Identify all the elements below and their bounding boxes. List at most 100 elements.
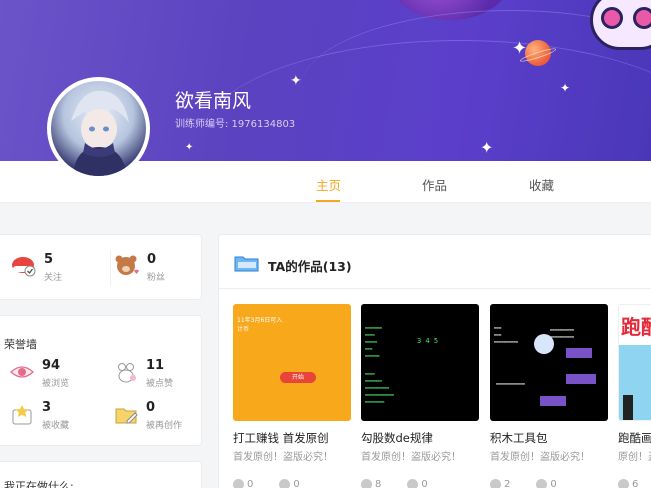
sparkle-icon: ✦ xyxy=(185,142,194,153)
honor-wall-title: 荣誉墙 xyxy=(4,338,37,351)
follow-icon xyxy=(11,253,37,279)
work-card[interactable]: ▬▬▬▬▬▬▬ ▬▬▬▬ ▬▬▬▬▬ ▬▬▬ ▬▬▬▬▬▬ 3 4 5 ▬▬▬▬ ▬▬▬▬… xyxy=(361,304,479,488)
works-header: TA的作品(13) xyxy=(234,253,352,277)
remix-stat: 0 被再创作 xyxy=(113,401,182,431)
avatar-image xyxy=(51,81,146,176)
work-subtitle: 首发原创！盗版必究！ xyxy=(233,452,333,463)
status-title: 我正在做什么: xyxy=(4,480,74,488)
work-thumbnail[interactable]: 跑酷 xyxy=(618,304,651,421)
thumbnail-text: 计币 xyxy=(237,326,250,333)
thumbnail-start-button: 开始 xyxy=(280,372,316,383)
thumbnail-block xyxy=(566,348,592,358)
star-box-icon xyxy=(9,401,35,427)
work-card[interactable]: 11年3月6日可入 计币 开始 打工赚钱 首发原创 首发原创！盗版必究！ 0 0 xyxy=(233,304,351,488)
eye-icon xyxy=(361,479,372,488)
thumbnail-block xyxy=(540,396,566,406)
work-title[interactable]: 打工赚钱 首发原创 xyxy=(233,430,351,446)
likes-label: 被点赞 xyxy=(146,379,174,389)
sparkle-icon: ✦ xyxy=(560,81,571,95)
thumbnail-block xyxy=(623,395,633,420)
work-stats: 2 0 xyxy=(490,479,608,488)
tab-works[interactable]: 作品 xyxy=(422,175,447,194)
thumb-up-icon xyxy=(279,479,291,488)
work-subtitle: 首发原创！盗版必究！ xyxy=(361,452,461,463)
work-title[interactable]: 跑酷画 xyxy=(618,430,651,446)
code-decoration: ▬▬▬▬▬▬▬▬▬▬ ▬▬▬▬▬▬▬▬▬▬ xyxy=(550,327,575,339)
thumbnail-text: 11年3月6日可入 xyxy=(237,317,283,324)
paw-like-icon xyxy=(113,359,139,385)
views-stat: 6 xyxy=(618,479,638,488)
following-stat[interactable]: 5 关注 xyxy=(11,253,62,283)
thumbnail-circle xyxy=(534,334,554,354)
works-folder-icon xyxy=(234,253,260,277)
fans-label: 粉丝 xyxy=(147,273,166,283)
status-card: 我正在做什么: xyxy=(0,461,202,488)
views-stat: 0 xyxy=(233,479,253,488)
divider xyxy=(110,249,111,287)
fans-icon xyxy=(114,253,140,279)
sparkle-icon: ✦ xyxy=(480,138,494,157)
folder-edit-icon xyxy=(113,401,139,427)
fans-count: 0 xyxy=(147,252,157,267)
work-thumbnail[interactable]: ▬▬▬ ▬▬▬ ▬▬▬▬▬▬▬▬▬▬ ▬▬▬▬▬▬▬▬▬▬ ▬▬▬▬▬▬▬▬▬▬ ▬▬… xyxy=(490,304,608,421)
thumb-up-icon xyxy=(536,479,548,488)
work-card[interactable]: ▬▬▬ ▬▬▬ ▬▬▬▬▬▬▬▬▬▬ ▬▬▬▬▬▬▬▬▬▬ ▬▬▬▬▬▬▬▬▬▬ ▬▬… xyxy=(490,304,608,488)
tab-home[interactable]: 主页 xyxy=(316,175,341,194)
thumbnail-block xyxy=(566,374,596,384)
likes-stat: 11 被点赞 xyxy=(113,359,173,389)
work-title[interactable]: 勾股数de规律 xyxy=(361,430,479,446)
code-decoration: ▬▬▬▬ ▬▬▬▬▬▬▬ ▬▬▬▬▬▬▬▬▬▬ ▬▬▬▬▬▬▬▬▬▬▬▬ ▬▬▬▬▬▬▬… xyxy=(365,371,394,404)
remix-label: 被再创作 xyxy=(146,421,183,431)
sparkle-icon: ✦ xyxy=(290,73,302,89)
work-subtitle: 首发原创！盗版必究！ xyxy=(490,452,590,463)
views-stat: 94 被浏览 xyxy=(9,359,69,389)
work-stats: 6 xyxy=(618,479,651,488)
likes-count: 11 xyxy=(146,358,165,373)
code-decoration: ▬▬▬▬▬▬▬ ▬▬▬▬ ▬▬▬▬▬ ▬▬▬ ▬▬▬▬▬▬ xyxy=(365,325,382,358)
work-stats: 8 0 xyxy=(361,479,479,488)
trainer-id: 训练师编号: 1976134803 xyxy=(175,119,296,130)
views-count: 6 xyxy=(632,479,639,488)
remix-count: 0 xyxy=(146,400,156,415)
fans-stat[interactable]: 0 粉丝 xyxy=(114,253,165,283)
favorites-stat: 3 被收藏 xyxy=(9,401,69,431)
favorites-count: 3 xyxy=(42,400,52,415)
eye-icon xyxy=(233,479,244,488)
honor-wall-card: 荣誉墙 94 被浏览 11 被点赞 3 被收藏 0 被再创作 xyxy=(0,315,202,446)
likes-stat: 0 xyxy=(536,479,557,488)
avatar[interactable] xyxy=(47,77,150,180)
views-count: 0 xyxy=(247,479,254,488)
views-stat: 8 xyxy=(361,479,381,488)
views-stat: 2 xyxy=(490,479,510,488)
following-label: 关注 xyxy=(44,273,63,283)
divider xyxy=(218,288,651,289)
active-tab-indicator xyxy=(316,200,340,202)
thumb-up-icon xyxy=(407,479,419,488)
work-subtitle: 原创！盗版 xyxy=(618,452,651,463)
views-count: 8 xyxy=(375,479,382,488)
eye-icon xyxy=(618,479,629,488)
follow-card: 5 关注 0 粉丝 xyxy=(0,234,202,300)
works-title: TA的作品(13) xyxy=(268,258,352,274)
tab-favorites[interactable]: 收藏 xyxy=(529,175,554,194)
code-decoration: ▬▬▬ ▬▬▬ ▬▬▬▬▬▬▬▬▬▬ xyxy=(494,325,519,344)
username: 欲看南风 xyxy=(175,90,252,112)
wave-decoration xyxy=(200,40,651,161)
following-count: 5 xyxy=(44,252,54,267)
views-count: 94 xyxy=(42,358,61,373)
thumbnail-text: 3 4 5 xyxy=(417,337,439,345)
views-count: 2 xyxy=(504,479,511,488)
work-card[interactable]: 跑酷 跑酷画 原创！盗版 6 xyxy=(618,304,651,488)
likes-stat: 0 xyxy=(407,479,428,488)
work-thumbnail[interactable]: 11年3月6日可入 计币 开始 xyxy=(233,304,351,421)
work-thumbnail[interactable]: ▬▬▬▬▬▬▬ ▬▬▬▬ ▬▬▬▬▬ ▬▬▬ ▬▬▬▬▬▬ 3 4 5 ▬▬▬▬ ▬▬▬▬… xyxy=(361,304,479,421)
code-decoration: ▬▬▬▬▬▬▬▬▬▬▬▬ xyxy=(496,381,525,386)
thumbnail-text: 跑酷 xyxy=(621,315,651,339)
likes-count: 0 xyxy=(421,479,428,488)
sparkle-icon: ✦ xyxy=(512,38,528,59)
work-title[interactable]: 积木工具包 xyxy=(490,430,608,446)
likes-stat: 0 xyxy=(279,479,300,488)
likes-count: 0 xyxy=(293,479,300,488)
likes-count: 0 xyxy=(550,479,557,488)
work-stats: 0 0 xyxy=(233,479,351,488)
